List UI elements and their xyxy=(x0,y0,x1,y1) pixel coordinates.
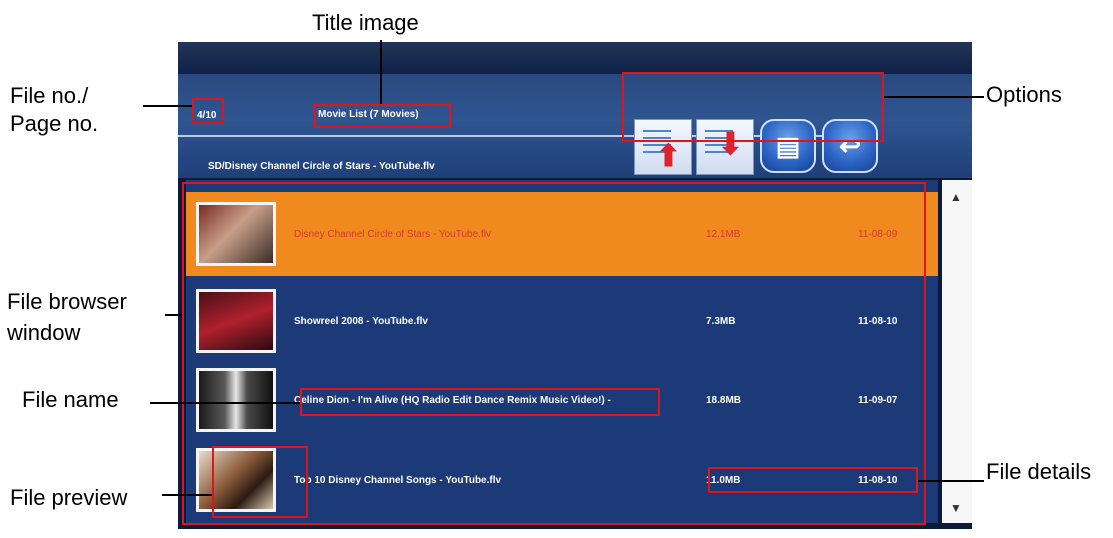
file-details-highlight xyxy=(708,467,918,493)
file-preview-highlight xyxy=(212,446,308,518)
title-image-callout: Title image xyxy=(312,10,419,35)
title-leader-line xyxy=(380,40,382,104)
callout-line1: File no./ xyxy=(10,83,89,108)
file-details-leader-line xyxy=(918,480,984,482)
file-name-highlight xyxy=(300,388,660,416)
scroll-up-arrow-icon[interactable]: ▲ xyxy=(950,190,962,204)
page-no-leader-line xyxy=(143,105,192,107)
up-arrow-icon: ⬆ xyxy=(655,140,681,173)
options-highlight xyxy=(622,72,884,142)
file-page-no-callout: File no./ Page no. xyxy=(10,82,98,137)
options-leader-line xyxy=(884,96,984,98)
file-preview-leader-line xyxy=(162,494,212,496)
callout-line1: File browser xyxy=(7,289,127,314)
top-bar xyxy=(178,42,972,74)
file-name-callout: File name xyxy=(22,387,119,412)
file-preview-callout: File preview xyxy=(10,485,128,510)
file-details-callout: File details xyxy=(986,459,1092,484)
options-callout: Options xyxy=(986,82,1062,107)
page-indicator-highlight xyxy=(192,98,224,124)
file-browser-callout: File browser window xyxy=(7,288,127,346)
scroll-down-arrow-icon[interactable]: ▼ xyxy=(950,501,962,515)
file-name-leader-line xyxy=(150,402,300,404)
file-browser-leader-line xyxy=(165,314,182,316)
title-highlight xyxy=(314,104,451,128)
callout-line2: Page no. xyxy=(10,111,99,136)
callout-line2: window xyxy=(7,320,81,345)
scrollbar[interactable]: ▲ ▼ xyxy=(942,180,972,523)
current-path: SD/Disney Channel Circle of Stars - YouT… xyxy=(208,161,435,172)
